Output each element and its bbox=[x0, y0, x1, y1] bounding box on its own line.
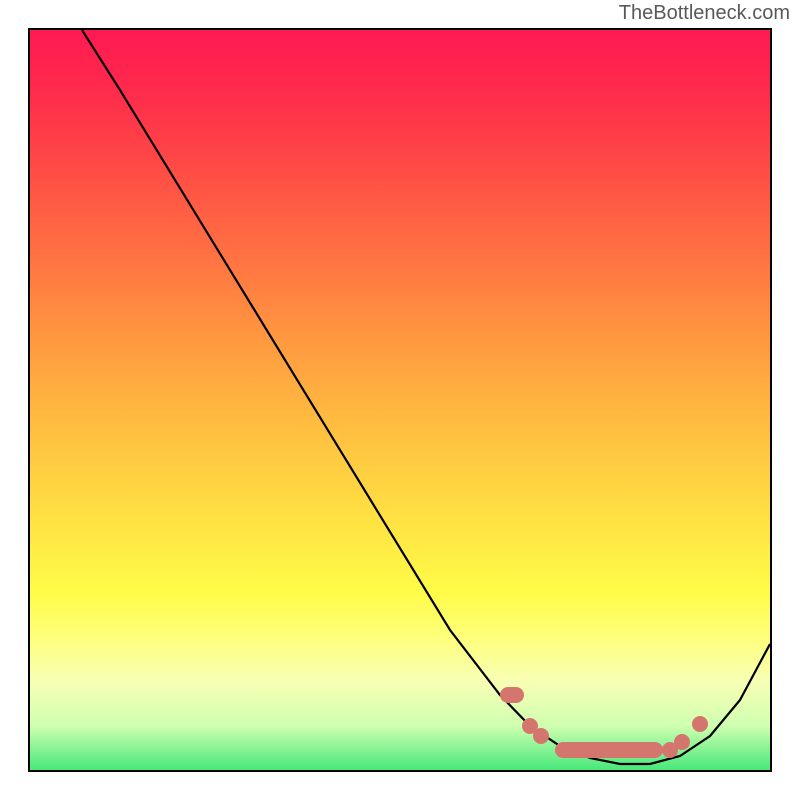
chart-marker-segment bbox=[500, 687, 524, 703]
chart-curve bbox=[30, 30, 770, 770]
chart-marker-dot bbox=[692, 716, 708, 732]
chart-marker-segment bbox=[555, 742, 663, 758]
chart-gradient-area bbox=[30, 30, 770, 770]
chart-marker-dot bbox=[533, 728, 549, 744]
watermark-text: TheBottleneck.com bbox=[619, 2, 790, 25]
chart-frame bbox=[28, 28, 772, 772]
chart-marker-dot bbox=[674, 734, 690, 750]
